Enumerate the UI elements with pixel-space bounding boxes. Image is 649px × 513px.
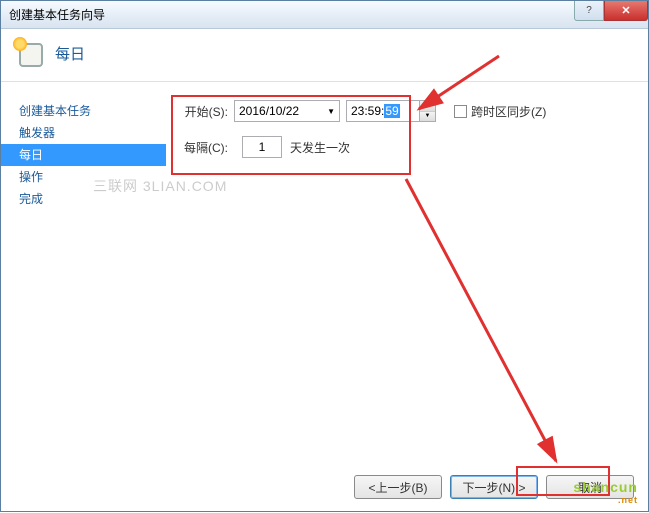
date-value: 2016/10/22 <box>239 104 299 118</box>
window-title: 创建基本任务向导 <box>9 6 105 23</box>
wizard-steps: 创建基本任务 触发器 每日 操作 完成 <box>1 82 166 484</box>
sidebar-item-finish[interactable]: 完成 <box>17 188 166 210</box>
clock-icon <box>15 39 43 67</box>
chevron-down-icon: ▼ <box>327 107 335 116</box>
time-picker[interactable]: 23:59:59 <box>346 100 420 122</box>
help-button[interactable]: ? <box>574 1 604 21</box>
timezone-sync-checkbox[interactable] <box>454 105 467 118</box>
time-selected: 59 <box>384 104 399 118</box>
sidebar-item-action[interactable]: 操作 <box>17 166 166 188</box>
page-title: 每日 <box>55 43 85 64</box>
sidebar-item-trigger[interactable]: 触发器 <box>17 122 166 144</box>
sidebar-item-daily[interactable]: 每日 <box>1 144 166 166</box>
cancel-button[interactable]: 取消 <box>546 475 634 499</box>
close-button[interactable]: ✕ <box>604 1 648 21</box>
interval-input[interactable]: 1 <box>242 136 282 158</box>
date-picker[interactable]: 2016/10/22 ▼ <box>234 100 340 122</box>
time-spinner[interactable]: ▲ ▼ <box>420 100 436 122</box>
time-prefix: 23:59: <box>351 104 384 118</box>
next-button[interactable]: 下一步(N) > <box>450 475 538 499</box>
spinner-up-icon[interactable]: ▲ <box>420 101 435 112</box>
interval-suffix: 天发生一次 <box>290 139 350 156</box>
timezone-sync-label: 跨时区同步(Z) <box>471 103 546 120</box>
spinner-down-icon[interactable]: ▼ <box>420 112 435 122</box>
back-button[interactable]: <上一步(B) <box>354 475 442 499</box>
interval-label: 每隔(C): <box>178 139 228 156</box>
start-label: 开始(S): <box>178 103 228 120</box>
wizard-header: 每日 <box>1 29 648 82</box>
sidebar-item-create[interactable]: 创建基本任务 <box>17 100 166 122</box>
titlebar: 创建基本任务向导 ? ✕ <box>1 1 648 29</box>
